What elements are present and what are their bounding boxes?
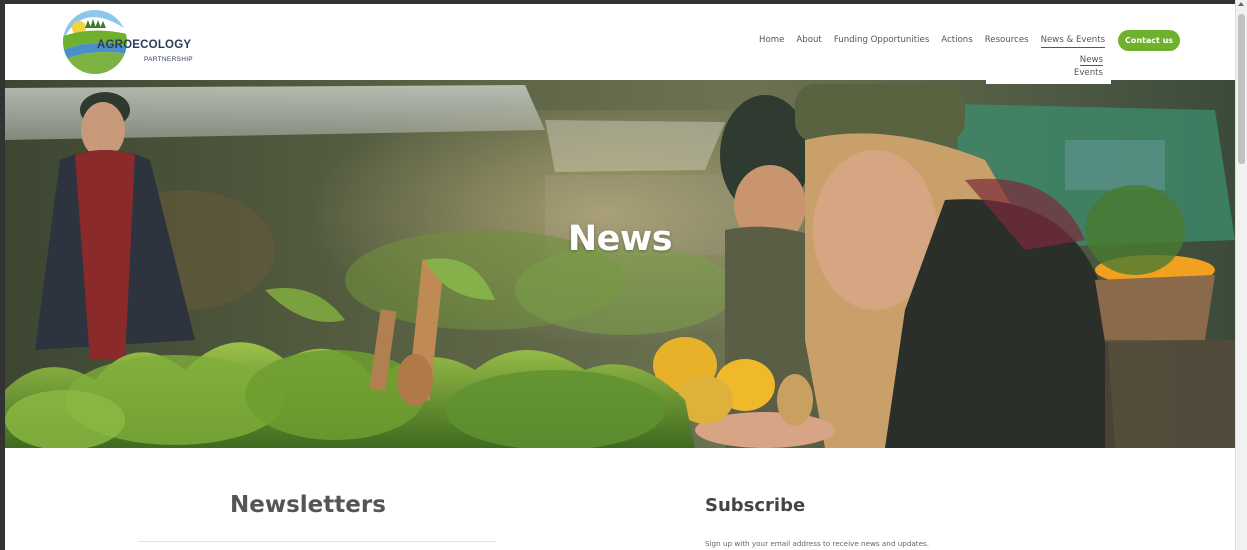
- hero-market-image: [5, 80, 1235, 448]
- news-events-dropdown: News Events: [986, 53, 1111, 84]
- nav-funding-opportunities[interactable]: Funding Opportunities: [834, 35, 929, 48]
- nav-home[interactable]: Home: [759, 35, 784, 48]
- page-scrollbar[interactable]: [1235, 0, 1247, 550]
- logo-title: AGROECOLOGY: [97, 39, 192, 51]
- dropdown-item-news[interactable]: News: [1079, 55, 1103, 66]
- nav-resources[interactable]: Resources: [985, 35, 1029, 48]
- subscribe-heading: Subscribe: [705, 495, 806, 516]
- main-nav: Home About Funding Opportunities Actions…: [759, 35, 1117, 48]
- contact-us-button[interactable]: Contact us: [1118, 30, 1180, 51]
- newsletters-divider: [138, 541, 496, 542]
- scroll-up-icon[interactable]: [1238, 2, 1244, 6]
- newsletters-heading: Newsletters: [230, 492, 386, 518]
- dropdown-item-events[interactable]: Events: [1074, 68, 1103, 78]
- scrollbar-thumb[interactable]: [1238, 14, 1245, 164]
- site-logo[interactable]: AGROECOLOGY PARTNERSHIP: [63, 10, 213, 74]
- nav-actions[interactable]: Actions: [941, 35, 972, 48]
- subscribe-description: Sign up with your email address to recei…: [705, 539, 930, 548]
- nav-news-events[interactable]: News & Events: [1040, 35, 1106, 48]
- hero-banner: News: [5, 80, 1235, 448]
- hero-title: News: [567, 219, 673, 259]
- nav-about[interactable]: About: [796, 35, 821, 48]
- browser-viewport: AGROECOLOGY PARTNERSHIP Home About Fundi…: [0, 0, 1247, 550]
- logo-subtitle: PARTNERSHIP: [144, 56, 193, 63]
